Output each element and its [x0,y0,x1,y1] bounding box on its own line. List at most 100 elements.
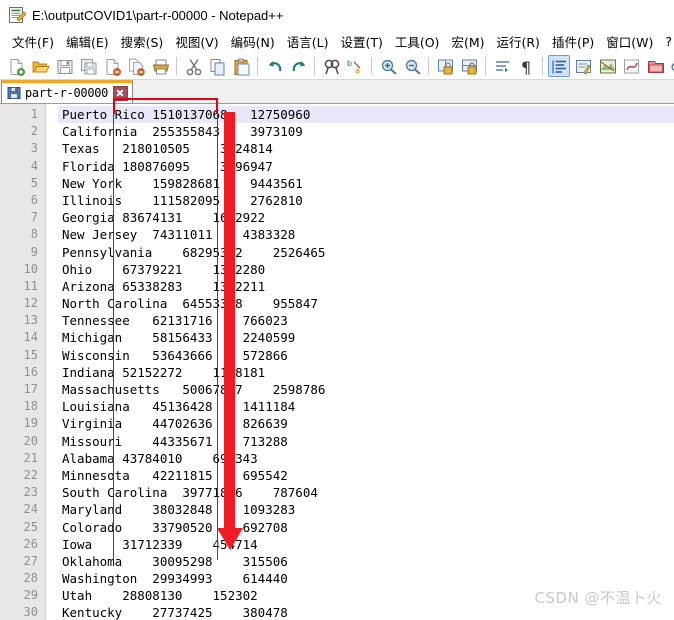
menu-encoding[interactable]: 编码(N) [225,30,281,53]
find-icon[interactable] [320,55,342,77]
toolbar-separator [257,56,258,75]
code-line: Colorado 33790520 692708 [62,519,288,535]
line-number: 17 [23,382,38,396]
toolbar-separator [314,56,315,75]
user-defined-language-icon[interactable] [572,55,594,77]
code-line: Michigan 58156433 2240599 [62,330,296,346]
code-line: Georgia 83674131 1692922 [62,210,266,226]
menu-view[interactable]: 视图(V) [169,30,224,53]
document-map-icon[interactable] [596,55,618,77]
line-number-gutter: 1 2 3 4 5 6 7 8 9 10 11 12 13 14 15 16 1… [0,104,46,620]
line-number: 24 [23,502,38,517]
code-line: Virginia 44702636 826639 [62,416,288,432]
paste-icon[interactable] [230,55,252,77]
toolbar-separator [176,56,177,75]
toolbar: b a ¶ [0,52,674,80]
menu-edit[interactable]: 编辑(E) [60,30,115,53]
function-list-icon[interactable] [620,55,642,77]
line-number: 29 [23,588,38,603]
code-line: South Carolina 39771816 787604 [62,485,318,501]
indent-guide-icon[interactable] [548,54,570,77]
menu-run[interactable]: 运行(R) [490,30,545,53]
code-line: Puerto Rico 1510137068 12750960 [58,106,674,124]
code-line: Ohio 67379221 1342280 [62,261,266,277]
code-line: Iowa 31712339 454714 [62,536,258,552]
line-number: 1 [30,107,38,121]
code-line: Illinois 111582095 2762810 [62,192,303,208]
copy-icon[interactable] [206,55,228,77]
monitoring-icon[interactable] [668,55,674,77]
code-line: California 255355843 3973109 [62,124,303,140]
menu-language[interactable]: 语言(L) [281,30,335,53]
toolbar-separator [428,56,429,75]
code-content[interactable]: Puerto Rico 1510137068 12750960 Californ… [58,104,674,620]
close-tab-icon[interactable] [113,85,129,101]
menu-bar: 文件(F) 编辑(E) 搜索(S) 视图(V) 编码(N) 语言(L) 设置(T… [0,30,674,52]
code-line: Maryland 38032848 1093283 [62,502,296,518]
menu-macro[interactable]: 宏(M) [445,30,490,53]
line-number: 18 [23,399,38,414]
line-number: 30 [23,605,38,620]
open-file-icon[interactable] [29,55,51,77]
line-number: 7 [30,210,38,225]
line-number: 28 [23,571,38,586]
menu-tools[interactable]: 工具(O) [389,30,446,53]
code-line: Florida 180876095 3296947 [62,158,273,174]
line-number: 10 [23,261,38,276]
line-number: 23 [23,485,38,500]
code-line: Massachusetts 50067897 2598786 [62,382,326,397]
line-number: 26 [23,536,38,551]
cut-icon[interactable] [182,55,204,77]
menu-help[interactable]: ? [659,32,674,51]
notepadpp-window: E:\outputCOVID1\part-r-00000 - Notepad++… [0,0,674,620]
word-wrap-icon[interactable] [491,55,513,77]
menu-window[interactable]: 窗口(W) [600,30,659,53]
print-icon[interactable] [149,55,171,77]
code-line: Oklahoma 30095298 315506 [62,553,288,569]
line-number: 25 [23,519,38,534]
line-number: 21 [23,450,38,465]
redo-icon[interactable] [287,55,309,77]
menu-settings[interactable]: 设置(T) [334,30,388,53]
save-all-icon[interactable] [77,55,99,77]
menu-plugins[interactable]: 插件(P) [546,30,600,53]
tab-part-r-00000[interactable]: part-r-00000 [1,80,134,103]
sync-horizontal-scroll-icon[interactable] [458,55,480,77]
watermark: CSDN @不温卜火 [534,589,662,607]
code-line: Pennsylvania 68295362 2526465 [62,244,326,260]
menu-file[interactable]: 文件(F) [6,30,60,53]
show-all-characters-icon[interactable]: ¶ [515,55,537,77]
sync-vertical-scroll-icon[interactable] [434,55,456,77]
code-line: Tennessee 62131716 766023 [62,313,288,329]
line-number: 22 [23,467,38,482]
save-icon[interactable] [53,55,75,77]
close-all-files-icon[interactable] [125,55,147,77]
zoom-in-icon[interactable] [377,55,399,77]
line-number: 3 [30,141,38,156]
code-line: Wisconsin 53643666 572866 [62,347,288,363]
line-number: 8 [30,227,38,242]
close-file-icon[interactable] [101,55,123,77]
code-line: North Carolina 64553378 955847 [62,296,318,312]
replace-icon[interactable]: b a [344,55,366,77]
folder-as-workspace-icon[interactable] [644,55,666,77]
toolbar-separator [485,56,486,75]
editor-area[interactable]: 1 2 3 4 5 6 7 8 9 10 11 12 13 14 15 16 1… [0,104,674,620]
code-line: New Jersey 74311011 4383328 [62,227,296,243]
code-line: Louisiana 45136428 1411184 [62,399,296,415]
code-line: Arizona 65338283 1352211 [62,278,266,294]
line-number: 4 [30,158,38,173]
line-number: 13 [23,313,38,328]
title-bar: E:\outputCOVID1\part-r-00000 - Notepad++ [0,0,674,30]
new-file-icon[interactable] [5,55,27,77]
toolbar-separator [542,56,543,75]
code-line: Missouri 44335671 713288 [62,433,288,449]
menu-search[interactable]: 搜索(S) [115,30,170,53]
undo-icon[interactable] [263,55,285,77]
line-number: 11 [23,278,38,293]
code-line: Washington 29934993 614440 [62,571,288,587]
zoom-out-icon[interactable] [401,55,423,77]
window-title: E:\outputCOVID1\part-r-00000 - Notepad++ [32,7,284,23]
line-number: 20 [23,433,38,448]
fold-margin[interactable] [46,104,58,620]
